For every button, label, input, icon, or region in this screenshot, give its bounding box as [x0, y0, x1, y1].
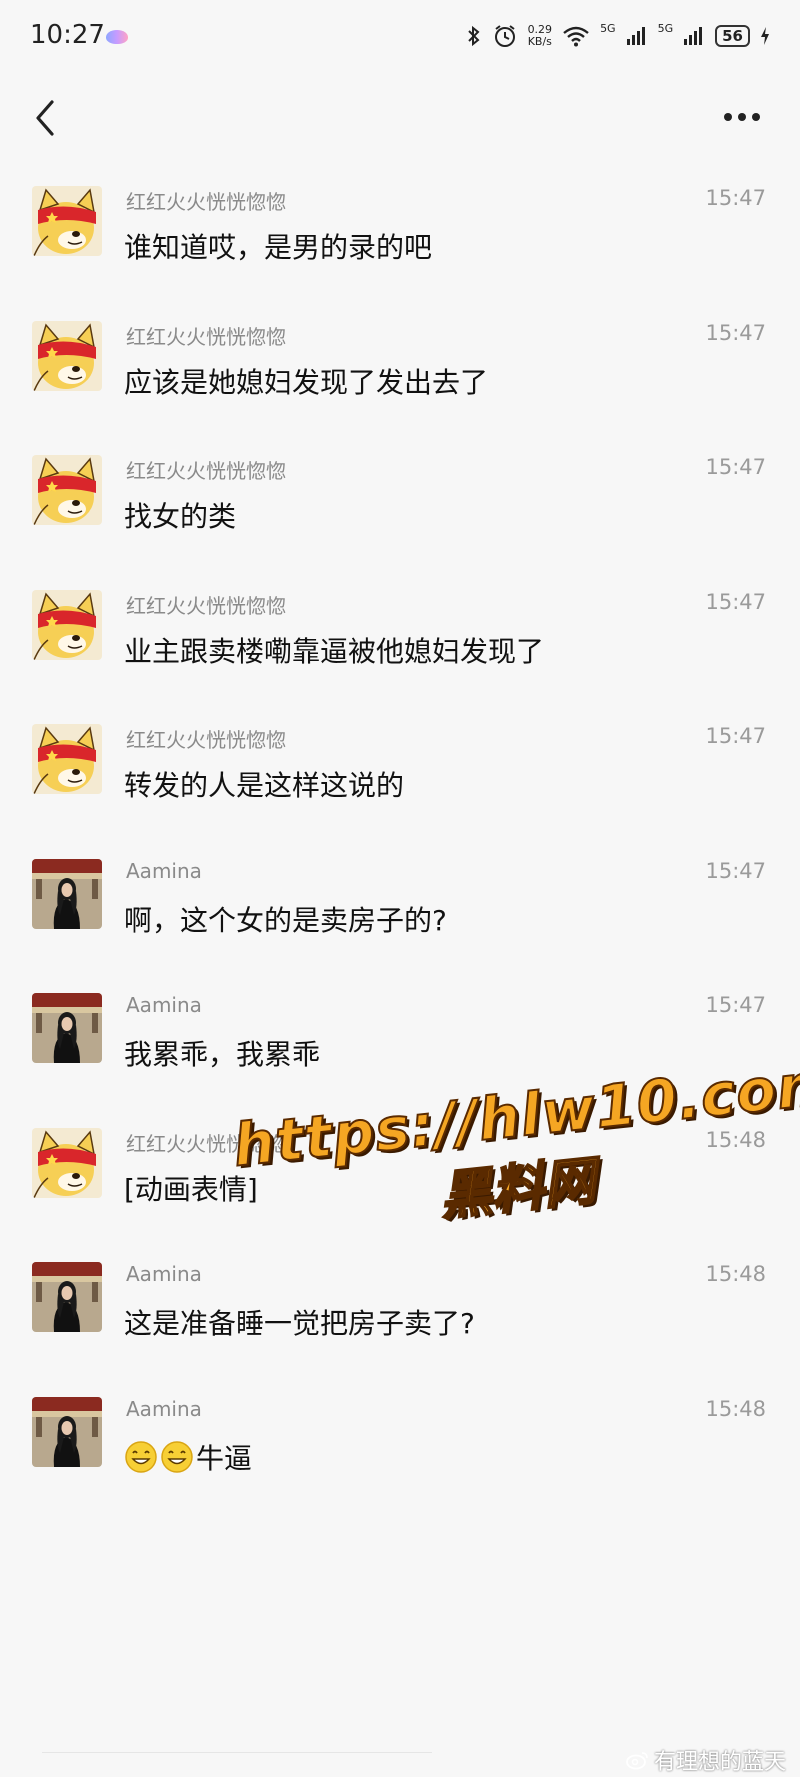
- weibo-credit: 有理想的蓝天: [626, 1744, 786, 1776]
- message-body: 谁知道哎，是男的录的吧: [124, 231, 433, 264]
- message-time: 15:47: [705, 993, 766, 1017]
- message-body: 这是准备睡一觉把房子卖了?: [124, 1307, 475, 1340]
- message-time: 15:48: [705, 1397, 766, 1421]
- avatar-doge[interactable]: [32, 186, 102, 256]
- sender-name: Aamina: [126, 993, 202, 1017]
- message-item[interactable]: 红红火火恍恍惚惚 15:47 应该是她媳妇发现了发出去了: [0, 321, 800, 441]
- signal1-label: 5G: [600, 22, 616, 35]
- message-text: 找女的类: [124, 495, 236, 535]
- grin-emoji-icon: [160, 1440, 194, 1481]
- avatar-woman[interactable]: [32, 1262, 102, 1332]
- message-time: 15:47: [705, 724, 766, 748]
- message-item[interactable]: 红红火火恍恍惚惚 15:47 转发的人是这样这说的: [0, 724, 800, 844]
- message-time: 15:47: [705, 590, 766, 614]
- avatar-doge[interactable]: [32, 1128, 102, 1198]
- message-text: 转发的人是这样这说的: [124, 764, 404, 804]
- avatar-doge[interactable]: [32, 321, 102, 391]
- sender-name: Aamina: [126, 1397, 202, 1421]
- message-item[interactable]: 红红火火恍恍惚惚 15:47 业主跟卖楼嘞靠逼被他媳妇发现了: [0, 590, 800, 710]
- message-text: 我累乖，我累乖: [124, 1033, 320, 1073]
- message-item[interactable]: Aamina 15:47 啊，这个女的是卖房子的?: [0, 859, 800, 979]
- message-text: 应该是她媳妇发现了发出去了: [124, 361, 488, 401]
- sender-name: 红红火火恍恍惚惚: [126, 594, 286, 618]
- alarm-icon: [492, 23, 518, 49]
- message-body: 应该是她媳妇发现了发出去了: [124, 366, 489, 399]
- status-time: 10:27: [30, 20, 105, 50]
- message-body: 转发的人是这样这说的: [124, 769, 405, 802]
- message-time: 15:47: [705, 455, 766, 479]
- sender-name: 红红火火恍恍惚惚: [126, 325, 286, 349]
- message-body: 业主跟卖楼嘞靠逼被他媳妇发现了: [124, 635, 545, 668]
- message-time: 15:47: [705, 859, 766, 883]
- chat-screen: 10:27 0.29 KB/s 5G 5G 56 红红火火恍恍惚惚 15:47 …: [0, 0, 800, 1777]
- grin-emoji-icon: [124, 1440, 158, 1481]
- message-body: 牛逼: [196, 1442, 253, 1475]
- message-item[interactable]: 红红火火恍恍惚惚 15:47 谁知道哎，是男的录的吧: [0, 186, 800, 306]
- sender-name: 红红火火恍恍惚惚: [126, 459, 286, 483]
- status-bar: 10:27 0.29 KB/s 5G 5G 56: [0, 0, 800, 72]
- message-body: 我累乖，我累乖: [124, 1038, 321, 1071]
- message-text: 谁知道哎，是男的录的吧: [124, 226, 432, 266]
- battery-level: 56: [715, 25, 750, 47]
- more-options-button[interactable]: [722, 102, 762, 132]
- charging-icon: [760, 26, 770, 46]
- message-body: 找女的类: [124, 500, 237, 533]
- avatar-woman[interactable]: [32, 1397, 102, 1467]
- network-speed: 0.29 KB/s: [527, 23, 553, 48]
- avatar-woman[interactable]: [32, 993, 102, 1063]
- sender-name: Aamina: [126, 1262, 202, 1286]
- weibo-icon: [626, 1752, 648, 1770]
- sender-name: Aamina: [126, 859, 202, 883]
- bluetooth-icon: [466, 24, 482, 48]
- message-item[interactable]: 红红火火恍恍惚惚 15:47 找女的类: [0, 455, 800, 575]
- message-item[interactable]: Aamina 15:48 牛逼: [0, 1397, 800, 1517]
- message-time: 15:47: [705, 321, 766, 345]
- message-text: 业主跟卖楼嘞靠逼被他媳妇发现了: [124, 630, 544, 670]
- message-text: 这是准备睡一觉把房子卖了?: [124, 1302, 475, 1342]
- message-time: 15:47: [705, 186, 766, 210]
- message-time: 15:48: [705, 1262, 766, 1286]
- status-icons: 0.29 KB/s 5G 5G 56: [466, 20, 770, 52]
- divider: [42, 1752, 432, 1753]
- chevron-left-icon: [36, 100, 54, 136]
- assistant-icon: [106, 30, 128, 44]
- signal-icon: [683, 26, 705, 46]
- message-text: 啊，这个女的是卖房子的?: [124, 899, 447, 939]
- avatar-woman[interactable]: [32, 859, 102, 929]
- message-text: 牛逼: [124, 1437, 252, 1481]
- signal2-label: 5G: [657, 22, 674, 35]
- back-button[interactable]: [28, 98, 62, 138]
- wifi-icon: [562, 25, 590, 47]
- avatar-doge[interactable]: [32, 724, 102, 794]
- more-icon: [724, 113, 760, 121]
- message-item[interactable]: Aamina 15:48 这是准备睡一觉把房子卖了?: [0, 1262, 800, 1382]
- avatar-doge[interactable]: [32, 590, 102, 660]
- avatar-doge[interactable]: [32, 455, 102, 525]
- signal-icon: [626, 26, 648, 46]
- message-body: 啊，这个女的是卖房子的?: [124, 904, 447, 937]
- sender-name: 红红火火恍恍惚惚: [126, 728, 286, 752]
- credit-text: 有理想的蓝天: [653, 1750, 786, 1775]
- sender-name: 红红火火恍恍惚惚: [126, 190, 286, 214]
